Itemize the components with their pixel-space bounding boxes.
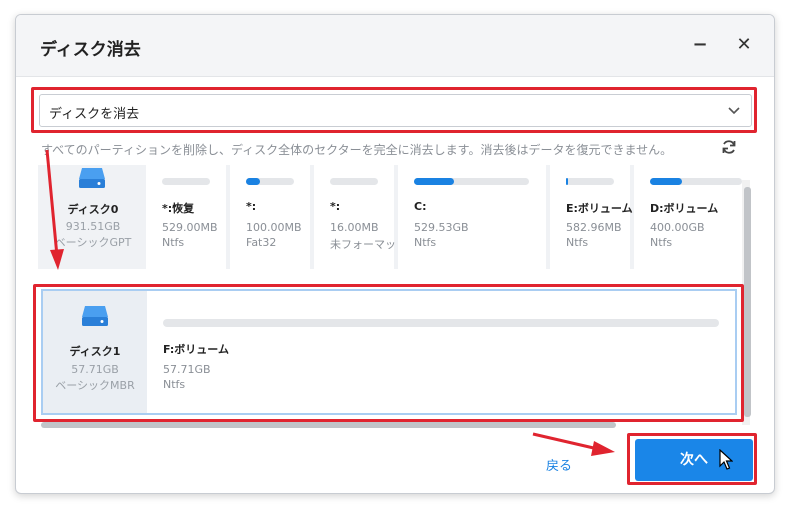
- partition-filesystem: Fat32: [246, 236, 277, 249]
- disk-type: ベーシックGPT: [54, 236, 132, 249]
- usage-bar: [162, 178, 210, 185]
- partition-filesystem: Ntfs: [414, 236, 437, 249]
- title-bar: ディスク消去 − ✕: [16, 15, 774, 77]
- partition-card[interactable]: F:ボリューム 57.71GB Ntfs: [147, 291, 735, 413]
- usage-fill: [246, 178, 261, 185]
- erase-disk-dialog: ディスク消去 − ✕ ディスクを消去 すべてのパーティションを削除し、ディスク全…: [15, 14, 775, 494]
- disk-row-selected[interactable]: ディスク1 57.71GB ベーシックMBR F:ボリューム 57.71GB N…: [41, 289, 737, 415]
- partition-filesystem: 未フォーマット: [330, 238, 407, 251]
- minimize-button[interactable]: −: [688, 33, 712, 57]
- partition-size: 529.00MB: [162, 221, 218, 234]
- usage-bar: [246, 178, 294, 185]
- partition-size: 529.53GB: [414, 221, 469, 234]
- screen: ディスク消去 − ✕ ディスクを消去 すべてのパーティションを削除し、ディスク全…: [0, 0, 790, 510]
- disk-size: 931.51GB: [65, 220, 121, 233]
- partition-size: 400.00GB: [650, 221, 705, 234]
- next-button[interactable]: 次へ: [635, 439, 753, 481]
- partition-name: F:ボリューム: [163, 343, 229, 356]
- horizontal-scrollbar-thumb[interactable]: [41, 422, 616, 428]
- usage-fill: [650, 178, 683, 185]
- dialog-title: ディスク消去: [40, 40, 141, 60]
- refresh-icon[interactable]: [720, 138, 738, 156]
- hard-drive-icon: [79, 168, 105, 188]
- chevron-down-icon: [728, 107, 740, 115]
- disk-name: ディスク1: [69, 345, 121, 358]
- usage-bar: [414, 178, 529, 185]
- partition-card[interactable]: *: 100.00MB Fat32: [230, 165, 310, 269]
- partition-card[interactable]: C: 529.53GB Ntfs: [398, 165, 546, 269]
- erase-mode-value: ディスクを消去: [49, 107, 140, 122]
- partition-filesystem: Ntfs: [650, 236, 673, 249]
- partition-name: *:: [246, 200, 257, 213]
- partition-size: 57.71GB: [163, 363, 211, 376]
- description-text: すべてのパーティションを削除し、ディスク全体のセクターを完全に消去します。消去後…: [41, 143, 673, 157]
- partition-card[interactable]: E:ボリューム 582.96MB Ntfs: [550, 165, 633, 269]
- partition-name: D:ボリューム: [650, 202, 719, 215]
- disk-list: ディスク0 931.51GB ベーシックGPT *:恢复 529.00MB Nt…: [38, 165, 752, 429]
- partition-filesystem: Ntfs: [566, 236, 589, 249]
- usage-bar: [330, 178, 378, 185]
- partition-name: *:恢复: [162, 202, 195, 215]
- partition-card[interactable]: *: 16.00MB 未フォーマット: [314, 165, 407, 269]
- partition-size: 100.00MB: [246, 221, 302, 234]
- partition-card[interactable]: *:恢复 529.00MB Ntfs: [146, 165, 226, 269]
- usage-fill: [414, 178, 455, 185]
- disk-size: 57.71GB: [71, 363, 119, 376]
- partition-size: 16.00MB: [330, 221, 379, 234]
- mouse-cursor-icon: [719, 449, 733, 470]
- usage-bar: [163, 319, 719, 327]
- partition-filesystem: Ntfs: [162, 236, 185, 249]
- usage-bar: [566, 178, 614, 185]
- partition-name: *:: [330, 200, 341, 213]
- hard-drive-icon: [82, 306, 108, 326]
- disk-info: ディスク0 931.51GB ベーシックGPT: [38, 165, 148, 269]
- partition-card[interactable]: D:ボリューム 400.00GB Ntfs: [634, 165, 748, 269]
- disk-info: ディスク1 57.71GB ベーシックMBR: [43, 291, 147, 413]
- vertical-scrollbar-thumb[interactable]: [744, 187, 751, 417]
- disk-type: ベーシックMBR: [55, 379, 135, 392]
- back-button[interactable]: 戻る: [546, 455, 572, 474]
- usage-fill: [566, 178, 569, 185]
- partition-name: C:: [414, 200, 427, 213]
- partition-filesystem: Ntfs: [163, 378, 186, 391]
- partition-size: 582.96MB: [566, 221, 622, 234]
- disk-row[interactable]: ディスク0 931.51GB ベーシックGPT *:恢复 529.00MB Nt…: [38, 165, 748, 269]
- disk-name: ディスク0: [67, 203, 119, 216]
- partition-name: E:ボリューム: [566, 202, 633, 215]
- close-button[interactable]: ✕: [732, 33, 756, 57]
- erase-mode-select[interactable]: ディスクを消去: [39, 94, 752, 127]
- usage-bar: [650, 178, 742, 185]
